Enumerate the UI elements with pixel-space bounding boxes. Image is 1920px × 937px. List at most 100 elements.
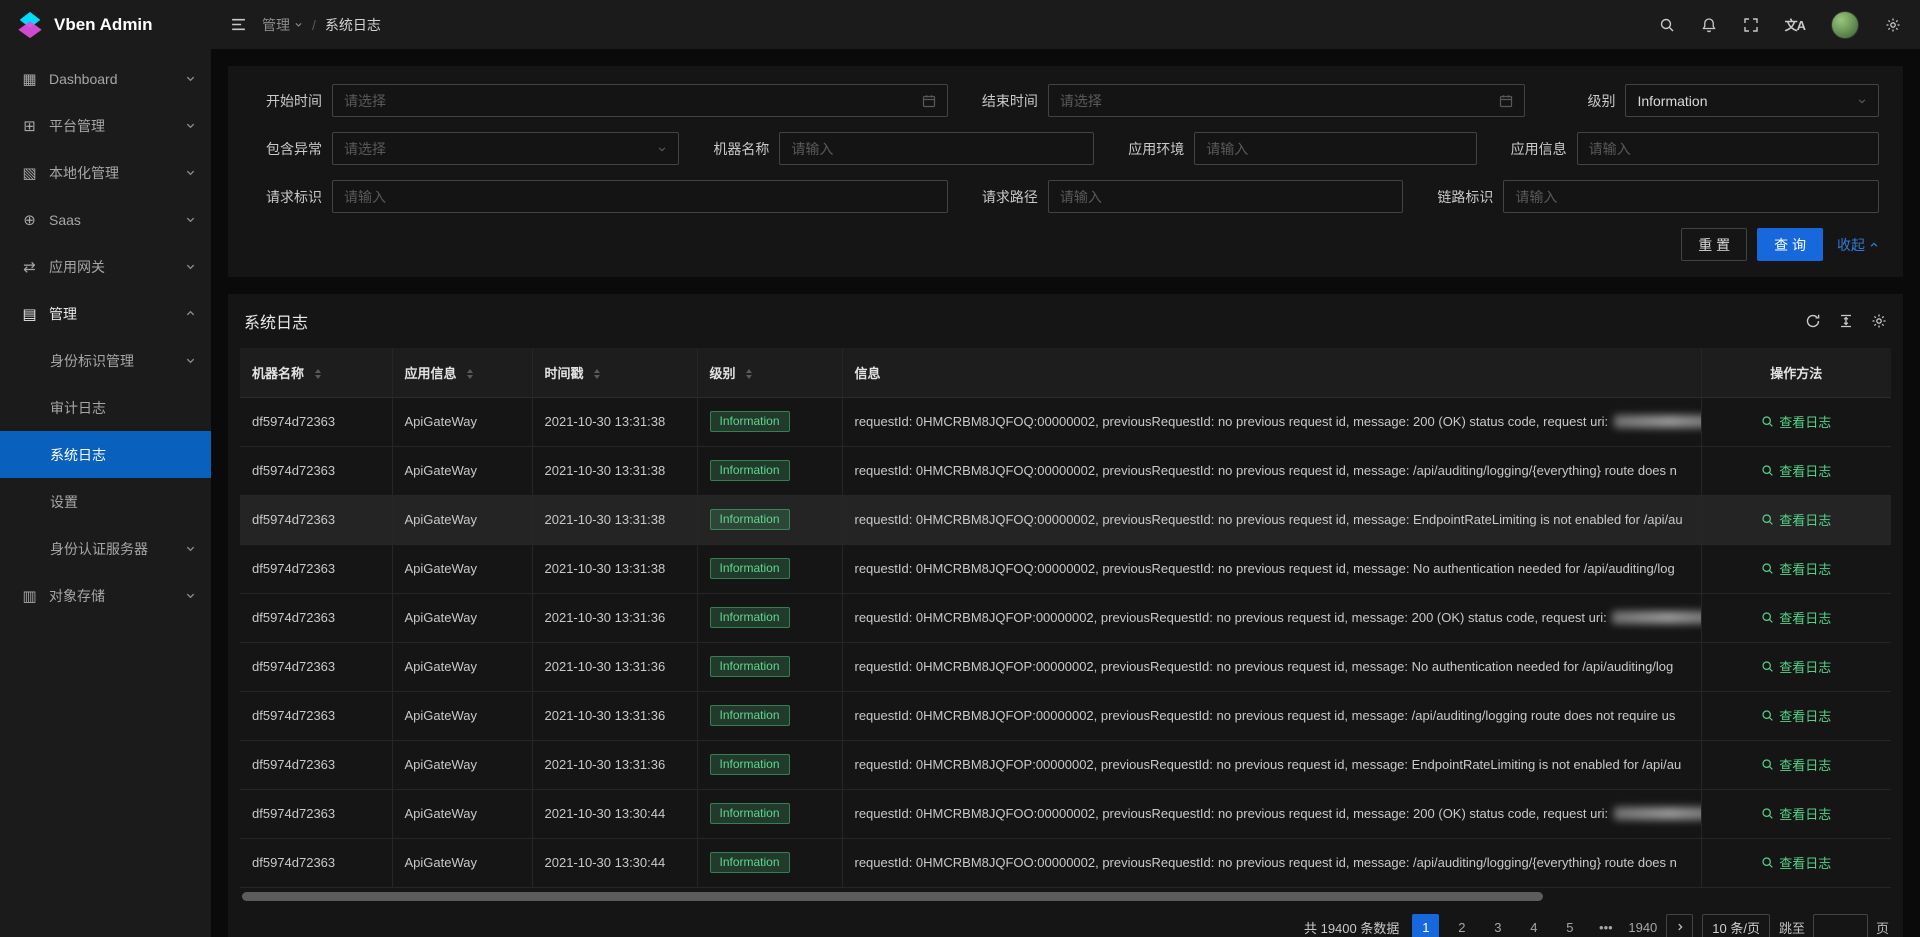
request-id-input[interactable] bbox=[344, 189, 936, 205]
sort-icons[interactable] bbox=[746, 369, 752, 379]
page-size-select[interactable]: 10 条/页 bbox=[1702, 914, 1770, 937]
view-log-button[interactable]: 查看日志 bbox=[1761, 804, 1831, 823]
view-log-button[interactable]: 查看日志 bbox=[1761, 461, 1831, 480]
page-number[interactable]: 4 bbox=[1520, 914, 1547, 937]
view-log-label: 查看日志 bbox=[1779, 559, 1831, 578]
trace-id-input[interactable] bbox=[1515, 189, 1867, 205]
page-number[interactable]: ••• bbox=[1592, 914, 1619, 937]
menu-fold-icon[interactable] bbox=[230, 16, 247, 33]
sidebar-subitem-label: 设置 bbox=[50, 492, 196, 512]
sidebar-item[interactable]: ⇄ 应用网关 bbox=[0, 243, 211, 290]
app-logo[interactable]: Vben Admin bbox=[0, 0, 211, 49]
cell-actions: 查看日志 bbox=[1701, 495, 1891, 544]
request-path-input[interactable] bbox=[1060, 189, 1392, 205]
app-info-field[interactable] bbox=[1577, 132, 1879, 165]
sidebar-subitem[interactable]: 审计日志 bbox=[0, 384, 211, 431]
table-row: df5974d72363 ApiGateWay 2021-10-30 13:31… bbox=[240, 397, 1891, 446]
cell-level: Information bbox=[697, 544, 842, 593]
sidebar-item[interactable]: ▧ 本地化管理 bbox=[0, 149, 211, 196]
start-time-input[interactable] bbox=[344, 93, 916, 109]
avatar[interactable] bbox=[1831, 11, 1859, 39]
view-log-button[interactable]: 查看日志 bbox=[1761, 853, 1831, 872]
machine-input[interactable] bbox=[791, 141, 1082, 157]
settings-icon[interactable] bbox=[1871, 313, 1887, 329]
page-number[interactable]: 5 bbox=[1556, 914, 1583, 937]
log-table-panel: 系统日志 bbox=[228, 294, 1903, 937]
column-label: 级别 bbox=[710, 366, 736, 381]
sort-icons[interactable] bbox=[315, 369, 321, 379]
search-icon[interactable] bbox=[1659, 17, 1675, 33]
sidebar-subitem[interactable]: 身份标识管理 bbox=[0, 337, 211, 384]
column-header[interactable]: 时间戳 bbox=[532, 348, 697, 397]
column-header[interactable]: 操作方法 bbox=[1701, 348, 1891, 397]
collapse-link[interactable]: 收起 bbox=[1837, 235, 1879, 255]
settings-icon[interactable] bbox=[1885, 17, 1901, 33]
localization-icon: ▧ bbox=[20, 164, 39, 182]
next-page-button[interactable] bbox=[1666, 914, 1693, 937]
trace-id-field[interactable] bbox=[1503, 180, 1879, 213]
request-path-field[interactable] bbox=[1048, 180, 1404, 213]
cell-timestamp: 2021-10-30 13:31:36 bbox=[532, 740, 697, 789]
page-number[interactable]: 1940 bbox=[1628, 914, 1657, 937]
translate-icon[interactable]: 文A bbox=[1785, 15, 1805, 34]
admin-icon: ▤ bbox=[20, 305, 39, 323]
sidebar-menu: ▦ Dashboard ⊞ 平台管理 ▧ 本地化管理 bbox=[0, 49, 211, 937]
end-time-input[interactable] bbox=[1060, 93, 1494, 109]
sidebar-subitem[interactable]: 身份认证服务器 bbox=[0, 525, 211, 572]
view-log-button[interactable]: 查看日志 bbox=[1761, 412, 1831, 431]
view-log-button[interactable]: 查看日志 bbox=[1761, 657, 1831, 676]
sidebar-item[interactable]: ▦ Dashboard bbox=[0, 55, 211, 102]
end-time-picker[interactable] bbox=[1048, 84, 1526, 117]
sort-icons[interactable] bbox=[594, 369, 600, 379]
level-select[interactable]: Information bbox=[1625, 84, 1879, 117]
fullscreen-icon[interactable] bbox=[1743, 17, 1759, 33]
view-log-button[interactable]: 查看日志 bbox=[1761, 510, 1831, 529]
scrollbar-thumb[interactable] bbox=[242, 892, 1543, 901]
column-height-icon[interactable] bbox=[1838, 313, 1854, 329]
sidebar-subitem[interactable]: 设置 bbox=[0, 478, 211, 525]
exception-select[interactable]: 请选择 bbox=[332, 132, 679, 165]
chevron-down-icon bbox=[185, 590, 196, 601]
sidebar-item[interactable]: ⊕ Saas bbox=[0, 196, 211, 243]
page-number[interactable]: 1 bbox=[1412, 914, 1439, 937]
sidebar-item[interactable]: ⊞ 平台管理 bbox=[0, 102, 211, 149]
sidebar-subitem-label: 身份认证服务器 bbox=[50, 539, 185, 559]
sidebar-item-label: 应用网关 bbox=[49, 257, 185, 277]
page-number[interactable]: 2 bbox=[1448, 914, 1475, 937]
filter-request-path: 请求路径 bbox=[968, 180, 1424, 213]
view-log-button[interactable]: 查看日志 bbox=[1761, 608, 1831, 627]
message-text: requestId: 0HMCRBM8JQFOQ:00000002, previ… bbox=[855, 561, 1675, 576]
main-area: 管理 / 系统日志 文A bbox=[211, 0, 1920, 937]
cell-machine: df5974d72363 bbox=[240, 691, 392, 740]
environment-field[interactable] bbox=[1194, 132, 1476, 165]
column-header[interactable]: 信息 bbox=[842, 348, 1701, 397]
column-header[interactable]: 机器名称 bbox=[240, 348, 392, 397]
cell-timestamp: 2021-10-30 13:30:44 bbox=[532, 789, 697, 838]
machine-field[interactable] bbox=[779, 132, 1094, 165]
sidebar-item[interactable]: ▥ 对象存储 bbox=[0, 572, 211, 619]
filter-row-3: 请求标识 请求路径 链路标识 bbox=[252, 180, 1879, 213]
environment-input[interactable] bbox=[1206, 141, 1464, 157]
sidebar-item[interactable]: ▤ 管理 bbox=[0, 290, 211, 337]
cell-level: Information bbox=[697, 740, 842, 789]
request-id-field[interactable] bbox=[332, 180, 948, 213]
query-button[interactable]: 查 询 bbox=[1757, 228, 1823, 261]
sort-icons[interactable] bbox=[467, 369, 473, 379]
breadcrumb-parent[interactable]: 管理 bbox=[262, 15, 303, 35]
bell-icon[interactable] bbox=[1701, 17, 1717, 33]
start-time-picker[interactable] bbox=[332, 84, 948, 117]
view-log-button[interactable]: 查看日志 bbox=[1761, 559, 1831, 578]
cell-level: Information bbox=[697, 397, 842, 446]
sidebar-item-label: Saas bbox=[49, 212, 185, 228]
view-log-label: 查看日志 bbox=[1779, 755, 1831, 774]
view-log-button[interactable]: 查看日志 bbox=[1761, 755, 1831, 774]
view-log-button[interactable]: 查看日志 bbox=[1761, 706, 1831, 725]
app-info-input[interactable] bbox=[1589, 141, 1867, 157]
reset-button[interactable]: 重 置 bbox=[1681, 228, 1747, 261]
column-header[interactable]: 级别 bbox=[697, 348, 842, 397]
page-number[interactable]: 3 bbox=[1484, 914, 1511, 937]
refresh-icon[interactable] bbox=[1805, 313, 1821, 329]
column-header[interactable]: 应用信息 bbox=[392, 348, 532, 397]
sidebar-subitem[interactable]: 系统日志 bbox=[0, 431, 211, 478]
jump-input[interactable] bbox=[1813, 914, 1868, 937]
